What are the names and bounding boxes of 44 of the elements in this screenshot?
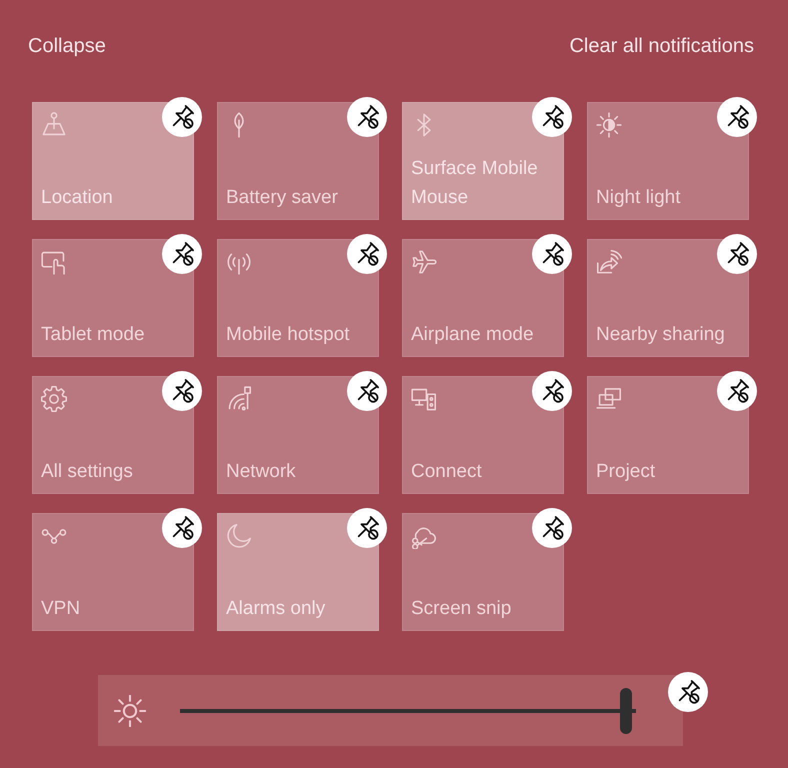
quick-action-tile[interactable]: Alarms only <box>217 513 379 631</box>
quick-action-tile[interactable]: Location <box>32 102 194 220</box>
moon-icon <box>226 523 252 549</box>
quick-action-tile[interactable]: Mobile hotspot <box>217 239 379 357</box>
quick-action-tile[interactable]: Night light <box>587 102 749 220</box>
tablet-touch-icon <box>41 249 67 275</box>
monitor-speaker-icon <box>411 386 437 412</box>
unpin-button[interactable] <box>347 508 387 548</box>
brightness-icon <box>114 694 146 726</box>
quick-action-tile[interactable]: Nearby sharing <box>587 239 749 357</box>
unpin-button[interactable] <box>532 97 572 137</box>
unpin-button[interactable] <box>668 672 708 712</box>
quick-action-tile[interactable]: Battery saver <box>217 102 379 220</box>
unpin-button[interactable] <box>347 234 387 274</box>
clear-all-notifications-link[interactable]: Clear all notifications <box>569 34 754 58</box>
share-arrow-icon <box>596 249 622 275</box>
quick-action-tile[interactable]: VPN <box>32 513 194 631</box>
unpin-button[interactable] <box>347 371 387 411</box>
quick-action-tile[interactable]: Project <box>587 376 749 494</box>
unpin-button[interactable] <box>717 234 757 274</box>
quick-action-tile[interactable]: Surface Mobile Mouse <box>402 102 564 220</box>
quick-action-tile[interactable]: Screen snip <box>402 513 564 631</box>
unpin-button[interactable] <box>162 234 202 274</box>
quick-action-tile[interactable]: All settings <box>32 376 194 494</box>
unpin-button[interactable] <box>162 508 202 548</box>
unpin-button[interactable] <box>532 371 572 411</box>
network-icon <box>226 386 252 412</box>
quick-action-tile[interactable]: Airplane mode <box>402 239 564 357</box>
airplane-icon <box>411 249 437 275</box>
quick-action-tile[interactable]: Connect <box>402 376 564 494</box>
quick-action-tile[interactable]: Tablet mode <box>32 239 194 357</box>
unpin-button[interactable] <box>347 97 387 137</box>
settings-icon <box>41 386 67 412</box>
unpin-button[interactable] <box>532 508 572 548</box>
quick-action-tile[interactable]: Network <box>217 376 379 494</box>
slider-thumb[interactable] <box>620 688 632 734</box>
collapse-link[interactable]: Collapse <box>28 34 106 58</box>
half-sun-icon <box>596 112 622 138</box>
unpin-button[interactable] <box>717 371 757 411</box>
unpin-button[interactable] <box>717 97 757 137</box>
unpin-button[interactable] <box>162 97 202 137</box>
map-pin-icon <box>41 112 67 138</box>
unpin-button[interactable] <box>532 234 572 274</box>
unpin-button[interactable] <box>162 371 202 411</box>
